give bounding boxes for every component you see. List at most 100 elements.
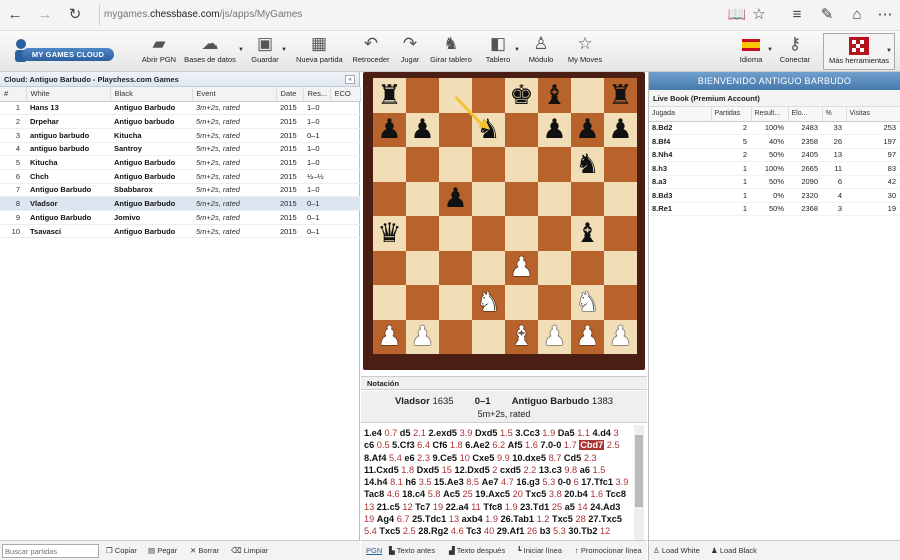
square-h7[interactable]: ♟ xyxy=(604,112,637,147)
connect-button[interactable]: ⚷ Conectar xyxy=(778,33,812,71)
move-token[interactable]: 9.Ce5 xyxy=(433,453,458,463)
move-token[interactable]: 7.0-0 xyxy=(540,440,561,450)
move-token[interactable]: Txc5 xyxy=(525,489,546,499)
white-pawn-icon[interactable]: ♟ xyxy=(509,254,533,281)
square-g2[interactable]: ♞ xyxy=(571,285,604,320)
square-b7[interactable]: ♟ xyxy=(406,112,439,147)
table-row[interactable]: 8 Vladsor Antiguo Barbudo 5m+2s, rated 2015 0… xyxy=(0,196,360,211)
square-b2[interactable] xyxy=(406,285,439,320)
black-queen-icon[interactable]: ♛ xyxy=(377,219,401,247)
black-rook-icon[interactable]: ♜ xyxy=(377,81,401,109)
square-b6[interactable] xyxy=(406,147,439,182)
move-token[interactable]: 27.Txc5 xyxy=(588,514,622,524)
square-d2[interactable]: ♞ xyxy=(472,285,505,320)
black-pawn-icon[interactable]: ♟ xyxy=(443,185,467,212)
clear-button[interactable]: ⌫ Limpiar xyxy=(231,544,268,558)
square-b8[interactable] xyxy=(406,78,439,113)
square-h3[interactable] xyxy=(604,250,637,285)
live-book-row[interactable]: 8.Bd3 1 0% 2320 4 30 xyxy=(649,188,900,203)
my-moves-button[interactable]: ☆ My Moves xyxy=(566,33,604,71)
search-games-input[interactable] xyxy=(2,544,99,558)
move-token[interactable]: 8.Af4 xyxy=(364,453,386,463)
black-pawn-icon[interactable]: ♟ xyxy=(410,116,434,143)
move-token[interactable]: Tc7 xyxy=(415,502,430,512)
move-token[interactable]: 12.Dxd5 xyxy=(454,465,489,475)
table-row[interactable]: 7 Antiguo Barbudo Sbabbarox 5m+2s, rated 201… xyxy=(0,183,360,198)
flip-board-button[interactable]: ♞ Girar tablero xyxy=(430,33,472,71)
move-token[interactable]: Da5 xyxy=(558,428,575,438)
col-elo[interactable]: Elo... xyxy=(788,107,823,122)
square-h6[interactable] xyxy=(604,147,637,182)
move-token[interactable]: Ac5 xyxy=(443,489,460,499)
my-games-cloud-logo[interactable]: MY GAMES CLOUD xyxy=(8,35,114,67)
square-g1[interactable]: ♟ xyxy=(571,319,604,354)
move-token[interactable]: 30.Tb2 xyxy=(568,526,597,536)
square-g6[interactable]: ♞ xyxy=(571,147,604,182)
square-f2[interactable] xyxy=(538,285,571,320)
white-bishop-icon[interactable]: ♝ xyxy=(509,323,533,350)
language-button[interactable]: Idioma ▼ xyxy=(736,33,773,71)
square-g5[interactable] xyxy=(571,181,604,216)
black-pawn-icon[interactable]: ♟ xyxy=(542,116,566,143)
square-d7[interactable]: ♞ xyxy=(472,112,505,147)
more-tools-button[interactable]: Más herramientas ▼ xyxy=(823,33,895,70)
square-d1[interactable] xyxy=(472,319,505,354)
open-pgn-button[interactable]: ▰ Abrir PGN xyxy=(140,33,178,71)
square-a1[interactable]: ♟ xyxy=(373,319,406,354)
square-g3[interactable] xyxy=(571,250,604,285)
col-games[interactable]: Partidas xyxy=(711,107,752,122)
move-token[interactable]: 17.Tfc1 xyxy=(581,477,613,487)
move-token[interactable]: 16.g3 xyxy=(516,477,540,487)
scrollbar-thumb[interactable] xyxy=(635,435,643,507)
move-token[interactable]: Txc5 xyxy=(379,526,400,536)
square-f7[interactable]: ♟ xyxy=(538,112,571,147)
col-move[interactable]: Jugada xyxy=(649,107,712,122)
square-e2[interactable] xyxy=(505,285,538,320)
table-row[interactable]: 9 Antiguo Barbudo Jomivo 5m+2s, rated 2015 0–… xyxy=(0,210,360,225)
move-token[interactable]: Tc3 xyxy=(466,526,481,536)
square-b5[interactable] xyxy=(406,181,439,216)
move-token[interactable]: 5.Cf3 xyxy=(392,440,414,450)
white-pawn-icon[interactable]: ♟ xyxy=(608,323,632,350)
move-token[interactable]: Cxe5 xyxy=(472,453,494,463)
move-token[interactable]: Tfc8 xyxy=(483,502,502,512)
move-token[interactable]: Cd5 xyxy=(564,453,581,463)
col-event[interactable]: Event xyxy=(192,87,277,102)
square-d4[interactable] xyxy=(472,216,505,251)
share-icon[interactable]: ⌂ xyxy=(846,4,868,26)
forward-arrow-icon[interactable]: → xyxy=(34,4,56,26)
move-token[interactable]: a5 xyxy=(565,502,575,512)
live-book-row[interactable]: 8.Bf4 5 40% 2358 26 197 xyxy=(649,134,900,149)
move-token[interactable]: Txc5 xyxy=(552,514,573,524)
move-token[interactable]: axb4 xyxy=(462,514,483,524)
white-knight-icon[interactable]: ♞ xyxy=(476,288,500,316)
table-row[interactable]: 3 antiguo barbudo Kitucha 5m+2s, rated 2015 0… xyxy=(0,128,360,143)
white-pawn-icon[interactable]: ♟ xyxy=(542,323,566,350)
move-token[interactable]: 25.Tdc1 xyxy=(412,514,446,524)
square-g8[interactable] xyxy=(571,78,604,113)
address-bar[interactable]: mygames.chessbase.com/js/apps/MyGames xyxy=(104,9,302,20)
col-black[interactable]: Black xyxy=(110,87,193,102)
move-token[interactable]: 15.Ae3 xyxy=(434,477,464,487)
square-c6[interactable] xyxy=(439,147,472,182)
table-row[interactable]: 10 Tsavasci Antiguo Barbudo 5m+2s, rated 201… xyxy=(0,224,360,239)
square-f5[interactable] xyxy=(538,181,571,216)
table-row[interactable]: 1 Hans 13 Antiguo Barbudo 3m+2s, rated 2015 1… xyxy=(0,101,360,116)
move-token[interactable]: 10.dxe5 xyxy=(512,453,546,463)
move-token[interactable]: 29.Af1 xyxy=(497,526,525,536)
square-c8[interactable] xyxy=(439,78,472,113)
square-f4[interactable] xyxy=(538,216,571,251)
square-b1[interactable]: ♟ xyxy=(406,319,439,354)
square-c3[interactable] xyxy=(439,250,472,285)
square-f6[interactable] xyxy=(538,147,571,182)
square-a8[interactable]: ♜ xyxy=(373,78,406,113)
square-g4[interactable]: ♝ xyxy=(571,216,604,251)
black-bishop-icon[interactable]: ♝ xyxy=(575,219,599,247)
refresh-icon[interactable]: ↻ xyxy=(64,4,86,26)
table-row[interactable]: 4 antiguo barbudo Santroy 5m+2s, rated 2015 1… xyxy=(0,142,360,157)
move-token[interactable]: 2.exd5 xyxy=(428,428,457,438)
square-a3[interactable] xyxy=(373,250,406,285)
col-white[interactable]: White xyxy=(26,87,111,102)
move-token[interactable]: 14.h4 xyxy=(364,477,388,487)
load-white-button[interactable]: ♙ Load White xyxy=(653,544,700,558)
